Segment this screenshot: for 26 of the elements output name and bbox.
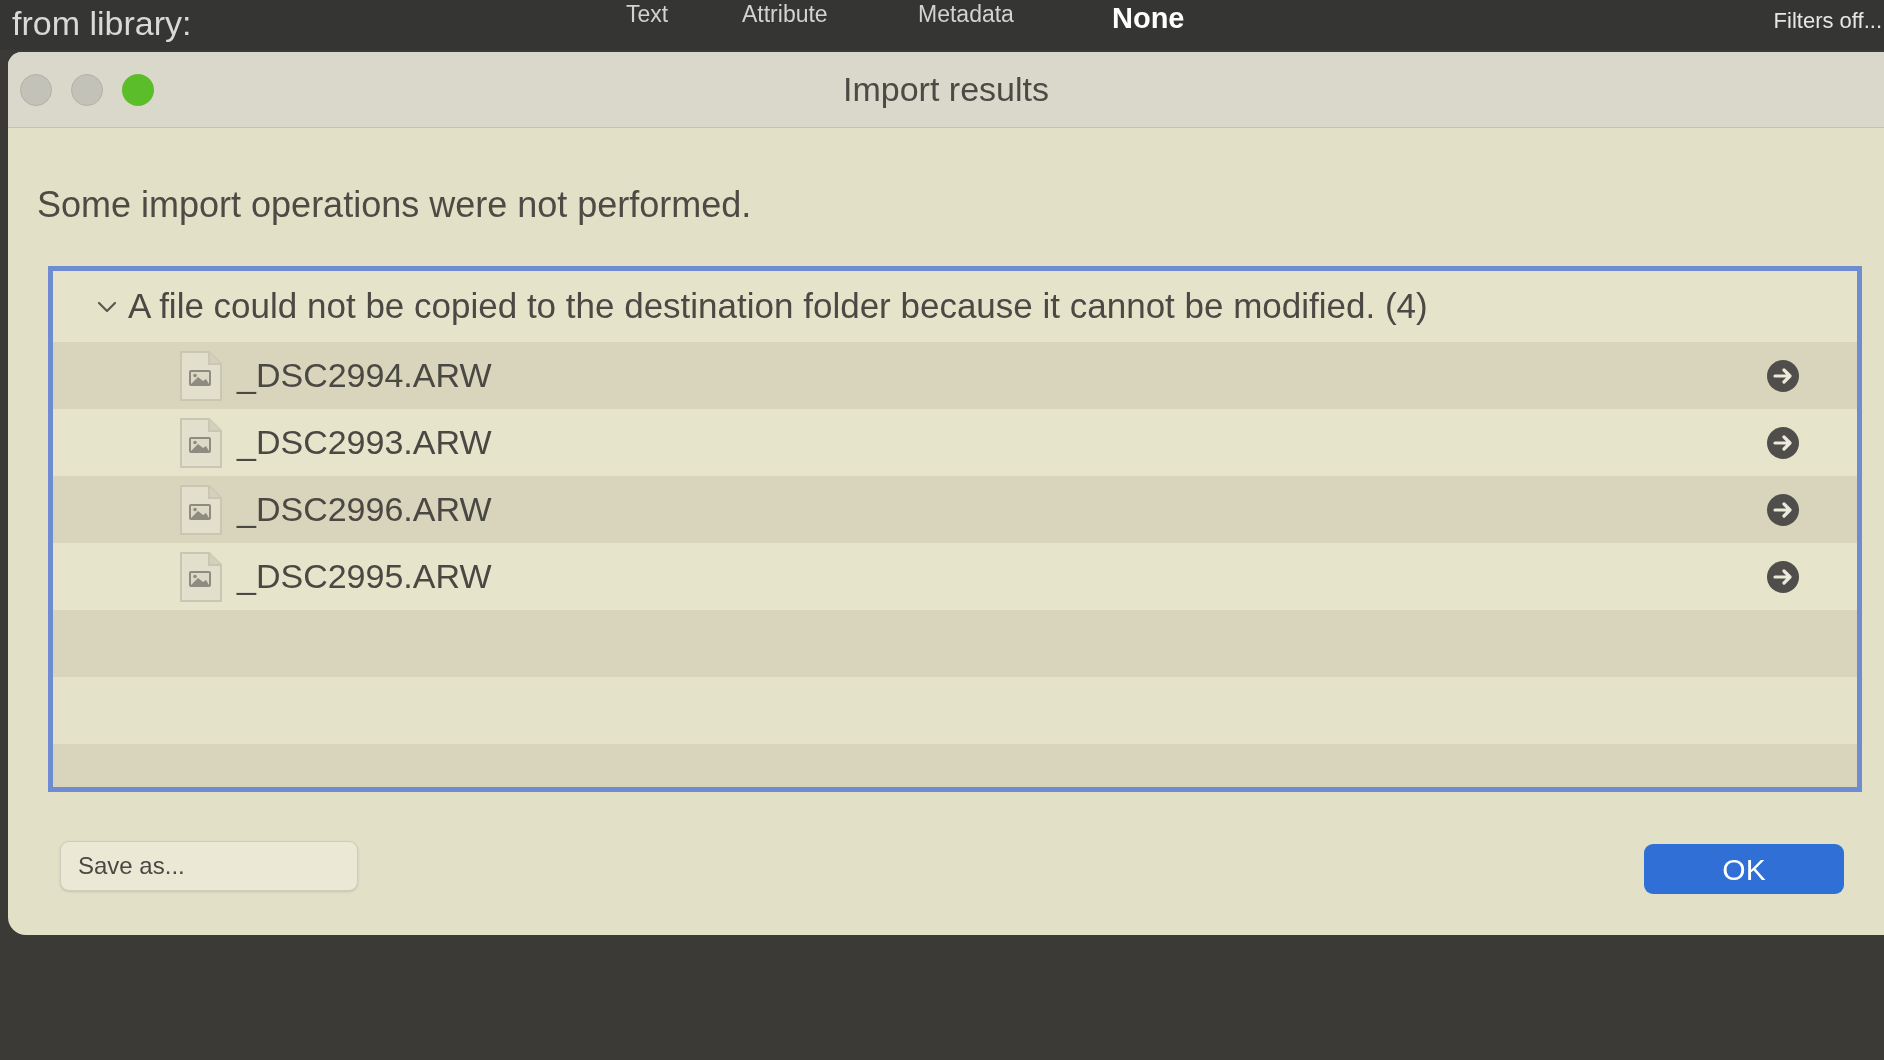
filter-tab[interactable]: None <box>1108 0 1189 33</box>
group-label: A file could not be copied to the destination folder because it cannot be modified. (4) <box>128 285 1428 328</box>
file-name: _DSC2994.ARW <box>237 355 492 396</box>
toolbar-title: from library: <box>12 3 192 44</box>
dialog-title: Import results <box>843 69 1049 110</box>
message-text: Some import operations were not performed. <box>37 184 752 225</box>
file-row[interactable]: _DSC2996.ARW <box>53 476 1857 543</box>
image-file-icon <box>179 416 223 469</box>
arrow-right-circle-icon[interactable] <box>1767 493 1799 526</box>
file-row[interactable]: _DSC2994.ARW <box>53 342 1857 409</box>
file-name: _DSC2996.ARW <box>237 489 492 530</box>
filter-tab[interactable]: Attribute <box>738 0 832 27</box>
file-name: _DSC2993.ARW <box>237 422 492 463</box>
image-file-icon <box>179 550 223 603</box>
arrow-right-circle-icon[interactable] <box>1767 426 1799 459</box>
ok-button[interactable]: OK <box>1644 844 1844 894</box>
image-file-icon <box>179 349 223 402</box>
file-name: _DSC2995.ARW <box>237 556 492 597</box>
filter-tab[interactable]: Metadata <box>914 0 1018 27</box>
arrow-right-circle-icon[interactable] <box>1767 359 1799 392</box>
save-as-button[interactable]: Save as... <box>60 841 358 891</box>
filters-menu[interactable]: Filters off... <box>1773 4 1882 37</box>
chevron-down-icon[interactable] <box>97 299 117 314</box>
arrow-right-circle-icon[interactable] <box>1767 560 1799 593</box>
filter-tab[interactable]: Text <box>622 0 673 27</box>
image-file-icon <box>179 483 223 536</box>
